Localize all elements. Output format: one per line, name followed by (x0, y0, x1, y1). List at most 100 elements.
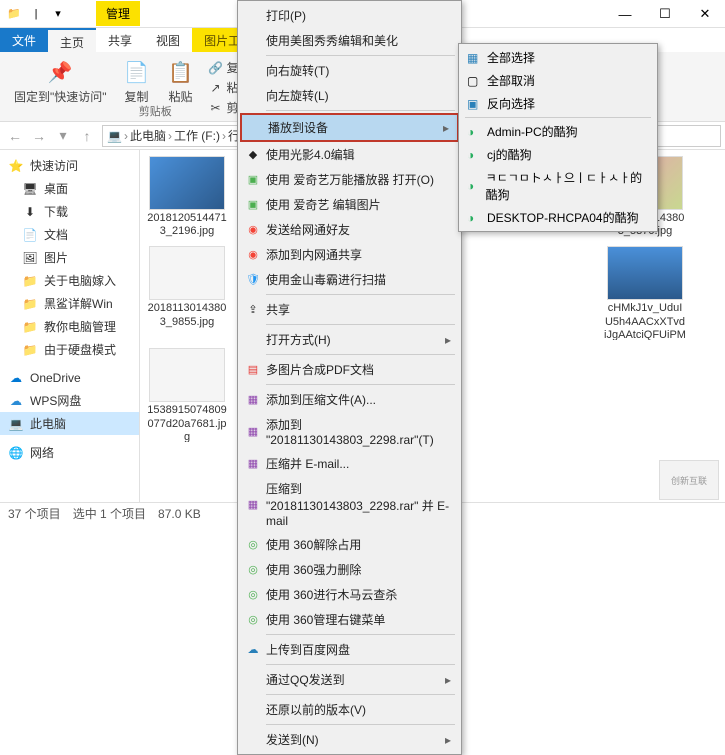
minimize-button[interactable]: — (605, 0, 645, 28)
qat-sep: | (28, 6, 44, 22)
close-button[interactable]: ✕ (685, 0, 725, 28)
device-icon: ◑ (467, 179, 480, 193)
bc-drive[interactable]: 工作 (F:) (174, 127, 220, 144)
menu-separator (266, 324, 455, 325)
tab-share[interactable]: 共享 (96, 28, 144, 52)
menu-360-rightclick[interactable]: ◎使用 360管理右键菜单 (240, 607, 459, 632)
device-icon: ◑ (467, 148, 481, 162)
menu-360-unblock[interactable]: ◎使用 360解除占用 (240, 532, 459, 557)
bc-thispc[interactable]: 此电脑 (130, 127, 166, 144)
menu-iqiyi-edit[interactable]: ▣使用 爱奇艺 编辑图片 (240, 192, 459, 217)
sidebar-quickaccess[interactable]: ⭐快速访问 (0, 154, 139, 177)
submenu-device-4[interactable]: ◑DESKTOP-RHCPA04的酷狗 (461, 206, 655, 229)
sidebar: ⭐快速访问 🖥桌面 ⬇下载 📄文档 🖼图片 📁关于电脑嫁入 📁黑鲨详解Win 📁… (0, 150, 140, 502)
shield-icon: 🛡 (245, 272, 261, 288)
sidebar-documents[interactable]: 📄文档 (0, 223, 139, 246)
360-icon: ◎ (245, 537, 261, 553)
tab-view[interactable]: 视图 (144, 28, 192, 52)
app-icon: ◆ (245, 147, 261, 163)
sidebar-pictures[interactable]: 🖼图片 (0, 246, 139, 269)
tab-file[interactable]: 文件 (0, 28, 48, 52)
sidebar-f4[interactable]: 📁由于硬盘模式 (0, 338, 139, 361)
menu-open-with[interactable]: 打开方式(H)▸ (240, 327, 459, 352)
tab-home[interactable]: 主页 (48, 28, 96, 52)
menu-separator (266, 694, 455, 695)
submenu-device-3[interactable]: ◑ㅋㄷㄱㅁトㅅㅏ으ㅣㄷㅏㅅㅏ的酷狗 (461, 166, 655, 206)
file-item[interactable]: 20181130143803_9855.jpg (146, 246, 228, 340)
menu-separator (266, 110, 455, 111)
360-icon: ◎ (245, 587, 261, 603)
history-dd[interactable]: ▾ (52, 125, 74, 147)
menu-add-archive[interactable]: ▦添加到压缩文件(A)... (240, 387, 459, 412)
chevron-right-icon: ▸ (445, 333, 451, 347)
select-all-icon: ▦ (467, 51, 481, 65)
menu-separator (266, 634, 455, 635)
menu-meitu[interactable]: 使用美图秀秀编辑和美化 (240, 28, 459, 53)
maximize-button[interactable]: ☐ (645, 0, 685, 28)
file-item[interactable]: cHMkJ1v_UduIU5h4AACxXTvdiJgAAtciQFUiPMAA… (604, 246, 686, 340)
thumbnail (149, 348, 225, 402)
menu-merge-pdf[interactable]: ▤多图片合成PDF文档 (240, 357, 459, 382)
thumbnail (149, 246, 225, 300)
menu-restore-version[interactable]: 还原以前的版本(V) (240, 697, 459, 722)
menu-360-trojan[interactable]: ◎使用 360进行木马云查杀 (240, 582, 459, 607)
360-icon: ◎ (245, 562, 261, 578)
sidebar-wps[interactable]: ☁WPS网盘 (0, 389, 139, 412)
menu-360-delete[interactable]: ◎使用 360强力删除 (240, 557, 459, 582)
menu-separator (266, 664, 455, 665)
menu-kingsoft-scan[interactable]: 🛡使用金山毒霸进行扫描 (240, 267, 459, 292)
file-item[interactable]: 20181205144713_2196.jpg (146, 156, 228, 238)
sidebar-f1[interactable]: 📁关于电脑嫁入 (0, 269, 139, 292)
qat-dd[interactable]: ▾ (50, 6, 66, 22)
menu-send-friend[interactable]: ◉发送给网通好友 (240, 217, 459, 242)
context-tab-manage[interactable]: 管理 (96, 1, 140, 26)
menu-cast-to-device[interactable]: 播放到设备▸ (240, 113, 459, 142)
submenu-device-1[interactable]: ◑Admin-PC的酷狗 (461, 120, 655, 143)
folder-icon: 📁 (22, 319, 38, 335)
back-button[interactable]: ← (4, 125, 26, 147)
menu-share[interactable]: ⇪共享 (240, 297, 459, 322)
shortcut-icon: ↗ (209, 81, 223, 95)
submenu-device-2[interactable]: ◑cj的酷狗 (461, 143, 655, 166)
chevron-right-icon: ▸ (445, 673, 451, 687)
context-menu: 打印(P) 使用美图秀秀编辑和美化 向右旋转(T) 向左旋转(L) 播放到设备▸… (237, 0, 462, 755)
file-item[interactable]: 1538915074809077d20a7681.jpg (146, 348, 228, 442)
menu-share-lan[interactable]: ◉添加到内网通共享 (240, 242, 459, 267)
star-icon: ⭐ (8, 158, 24, 174)
pin-icon: 📌 (46, 58, 74, 86)
chevron-right-icon: ▸ (443, 121, 449, 135)
menu-send-to[interactable]: 发送到(N)▸ (240, 727, 459, 752)
menu-iqiyi-player[interactable]: ▣使用 爱奇艺万能播放器 打开(O) (240, 167, 459, 192)
copy-icon: 📄 (123, 58, 151, 86)
menu-zip-email[interactable]: ▦压缩并 E-mail... (240, 451, 459, 476)
device-icon: ◑ (467, 211, 481, 225)
submenu-select-none[interactable]: ▢全部取消 (461, 69, 655, 92)
forward-button[interactable]: → (28, 125, 50, 147)
thumbnail (607, 246, 683, 300)
menu-rotate-right[interactable]: 向右旋转(T) (240, 58, 459, 83)
menu-add-rar[interactable]: ▦添加到 "20181130143803_2298.rar"(T) (240, 412, 459, 451)
sidebar-onedrive[interactable]: ☁OneDrive (0, 367, 139, 389)
submenu-select-all[interactable]: ▦全部选择 (461, 46, 655, 69)
sidebar-f2[interactable]: 📁黑鲨详解Win (0, 292, 139, 315)
menu-zip-email-rar[interactable]: ▦压缩到 "20181130143803_2298.rar" 并 E-mail (240, 476, 459, 532)
menu-baidu-upload[interactable]: ☁上传到百度网盘 (240, 637, 459, 662)
up-button[interactable]: ↑ (76, 125, 98, 147)
app-icon: ◉ (245, 222, 261, 238)
menu-lightshadow[interactable]: ◆使用光影4.0编辑 (240, 142, 459, 167)
folder-icon: 📁 (6, 6, 22, 22)
share-icon: ⇪ (245, 302, 261, 318)
sidebar-desktop[interactable]: 🖥桌面 (0, 177, 139, 200)
sidebar-network[interactable]: 🌐网络 (0, 441, 139, 464)
sidebar-f3[interactable]: 📁教你电脑管理 (0, 315, 139, 338)
watermark: 创新互联 (659, 460, 719, 500)
menu-print[interactable]: 打印(P) (240, 3, 459, 28)
sidebar-thispc[interactable]: 💻此电脑 (0, 412, 139, 435)
menu-rotate-left[interactable]: 向左旋转(L) (240, 83, 459, 108)
archive-icon: ▦ (245, 496, 261, 512)
app-icon: ◉ (245, 247, 261, 263)
menu-qq-send[interactable]: 通过QQ发送到▸ (240, 667, 459, 692)
document-icon: 📄 (22, 227, 38, 243)
submenu-invert[interactable]: ▣反向选择 (461, 92, 655, 115)
sidebar-downloads[interactable]: ⬇下载 (0, 200, 139, 223)
